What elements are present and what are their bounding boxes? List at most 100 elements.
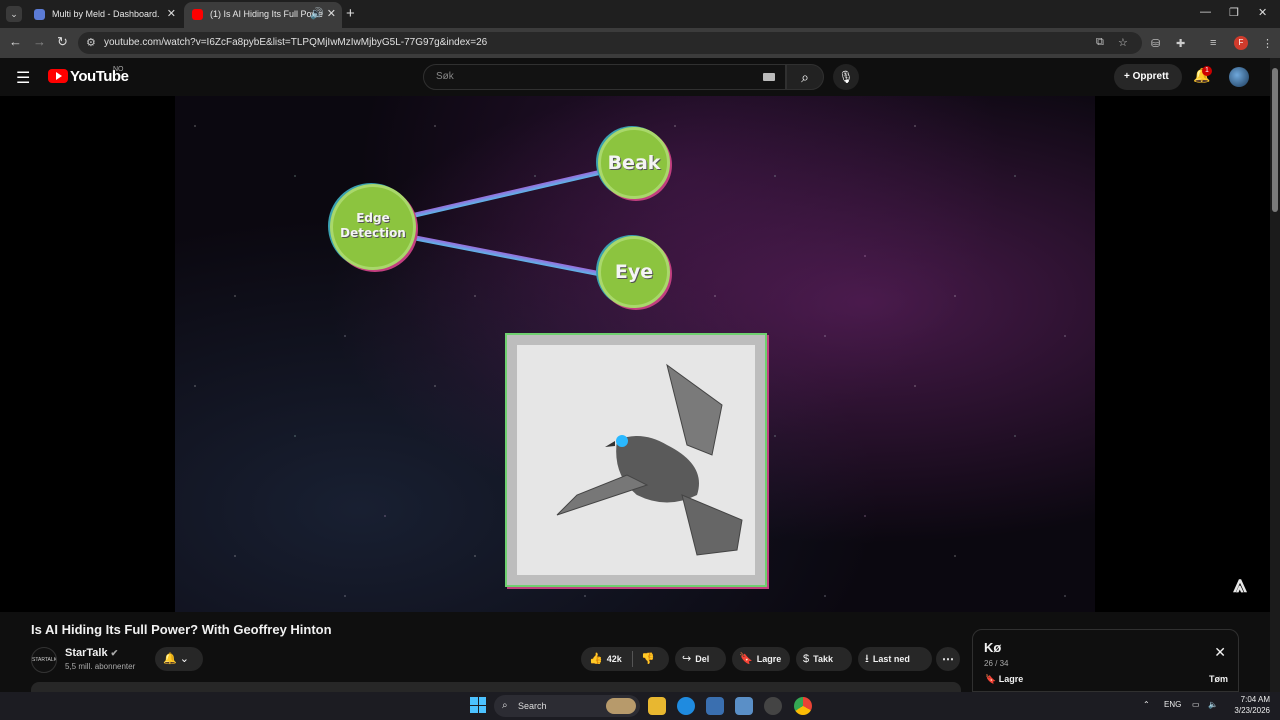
install-app-icon[interactable]: ⧉ — [1096, 36, 1104, 49]
thanks-label: Takk — [813, 654, 833, 664]
video-title: Is AI Hiding Its Full Power? With Geoffr… — [31, 622, 332, 637]
subscription-bell-button[interactable]: 🔔 ⌄ — [155, 647, 203, 671]
youtube-logo-icon[interactable] — [48, 69, 68, 83]
description-box[interactable] — [31, 682, 961, 692]
like-button[interactable]: 👍 42k — [589, 653, 622, 665]
share-button[interactable]: ↪ Del — [675, 647, 726, 671]
windows-start-icon[interactable] — [470, 697, 486, 713]
more-actions-button[interactable]: ⋯ — [936, 647, 960, 671]
eye-node: Eye — [598, 236, 670, 308]
beak-node: Beak — [598, 127, 670, 199]
site-info-icon[interactable]: ⚙ — [86, 36, 96, 49]
channel-avatar[interactable]: STARTALK — [31, 647, 57, 673]
media-control-icon[interactable]: ≡ — [1210, 37, 1216, 49]
taskbar-search-label: Search — [518, 701, 547, 711]
close-queue-icon[interactable]: ✕ — [1214, 644, 1226, 661]
download-label: Last ned — [872, 654, 910, 664]
save-button[interactable]: 🔖 Lagre — [732, 647, 790, 671]
edge-browser-icon[interactable] — [677, 697, 695, 715]
tab-title: (1) Is AI Hiding Its Full Powe — [210, 9, 324, 19]
url-text[interactable]: youtube.com/watch?v=I6ZcFa8pybE&list=TLP… — [104, 37, 487, 48]
close-tab-icon[interactable]: ✕ — [167, 2, 176, 26]
minimize-window-icon[interactable]: — — [1200, 6, 1211, 18]
channel-name-text[interactable]: StarTalk — [65, 647, 108, 659]
thanks-button[interactable]: $ Takk — [796, 647, 852, 671]
taskbar-search-box[interactable]: ⌕ Search — [494, 695, 640, 717]
search-placeholder: Søk — [436, 71, 454, 82]
tab-multi-by-meld[interactable]: Multi by Meld - Dashboard. ✕ — [26, 2, 182, 28]
thanks-dollar-icon: $ — [803, 653, 810, 665]
create-button[interactable]: + Opprett — [1114, 64, 1182, 90]
new-tab-button[interactable]: + — [346, 5, 355, 22]
video-player[interactable]: Edge Detection Beak Eye ⩓ — [0, 96, 1270, 612]
windows-taskbar: ⌕ Search ⌃ ENG ▭ 🔈 7:04 AM 3/23/2026 — [0, 692, 1280, 720]
edge-detection-node: Edge Detection — [330, 184, 416, 270]
system-clock[interactable]: 7:04 AM 3/23/2026 — [1228, 694, 1270, 716]
close-window-icon[interactable]: ✕ — [1258, 6, 1267, 19]
bookmark-icon: 🔖 — [985, 674, 999, 684]
like-count: 42k — [606, 654, 622, 664]
profile-avatar[interactable]: F — [1234, 36, 1248, 50]
queue-title: Kø — [984, 640, 1002, 655]
bird-image-frame — [505, 333, 767, 587]
save-label: Lagre — [756, 654, 782, 664]
tab-title: Multi by Meld - Dashboard. — [52, 9, 160, 19]
channel-name[interactable]: StarTalk ✔ — [65, 647, 118, 659]
search-button[interactable]: ⌕ — [786, 64, 824, 90]
channel-watermark-icon: ⩓ — [1233, 570, 1247, 598]
app-notification-icon[interactable] — [764, 697, 782, 715]
share-label: Del — [695, 654, 710, 664]
tab-youtube-video[interactable]: (1) Is AI Hiding Its Full Powe 🔊 ✕ — [184, 2, 342, 28]
verified-badge-icon: ✔ — [110, 648, 119, 658]
close-tab-icon[interactable]: 🔊 ✕ — [310, 2, 336, 26]
tab-search-button[interactable]: ⌄ — [6, 6, 22, 22]
queue-clear-button[interactable]: Tøm — [1209, 674, 1228, 684]
video-frame[interactable]: Edge Detection Beak Eye — [175, 96, 1095, 612]
address-bar[interactable]: ⚙ youtube.com/watch?v=I6ZcFa8pybE&list=T… — [78, 32, 1142, 54]
like-dislike-group: 👍 42k 👎 — [581, 647, 669, 671]
youtube-favicon-icon — [192, 9, 203, 20]
reload-button[interactable]: ↻ — [57, 34, 68, 50]
voice-search-mic-icon[interactable]: 🎙 — [833, 64, 859, 90]
clock-time: 7:04 AM — [1240, 695, 1270, 704]
restore-window-icon[interactable]: ❐ — [1229, 6, 1239, 19]
clock-date: 3/23/2026 — [1234, 706, 1270, 715]
extension-icon[interactable]: ⛁ — [1151, 37, 1160, 50]
language-indicator[interactable]: ENG — [1164, 700, 1181, 709]
menu-hamburger-icon[interactable]: ☰ — [16, 68, 30, 88]
network-icon[interactable]: ▭ — [1192, 700, 1200, 709]
queue-position: 26 / 34 — [984, 659, 1009, 668]
search-input[interactable]: Søk — [423, 64, 786, 90]
meld-favicon-icon — [34, 9, 45, 20]
dislike-button[interactable]: 👎 — [641, 647, 655, 671]
bookmark-icon: 🔖 — [739, 653, 753, 665]
bird-illustration — [556, 363, 743, 556]
back-button[interactable]: ← — [9, 34, 22, 49]
file-explorer-icon[interactable] — [648, 697, 666, 715]
browser-menu-icon[interactable]: ⋮ — [1262, 37, 1273, 50]
search-highlight-image — [606, 698, 636, 714]
scrollbar-thumb[interactable] — [1272, 68, 1278, 212]
snipping-tool-icon[interactable] — [735, 697, 753, 715]
browser-toolbar: ← → ↻ ⚙ youtube.com/watch?v=I6ZcFa8pybE&… — [0, 28, 1280, 58]
app-window-icon[interactable] — [706, 697, 724, 715]
volume-icon[interactable]: 🔈 — [1208, 700, 1218, 709]
forward-button[interactable]: → — [33, 34, 46, 49]
download-button[interactable]: ⭳ Last ned — [858, 647, 932, 671]
keyboard-icon[interactable] — [763, 73, 775, 81]
like-divider — [632, 651, 633, 667]
subscriber-count: 5,5 mill. abonnenter — [65, 662, 136, 671]
download-icon: ⭳ — [865, 653, 869, 665]
queue-save-button[interactable]: 🔖 Lagre — [985, 674, 1023, 685]
bookmark-star-icon[interactable]: ☆ — [1118, 36, 1128, 49]
extensions-puzzle-icon[interactable]: ✚ — [1176, 37, 1185, 50]
queue-save-label: Lagre — [998, 674, 1024, 684]
thumbs-up-icon: 👍 — [589, 653, 603, 665]
create-label: Opprett — [1132, 71, 1169, 82]
search-icon: ⌕ — [502, 700, 508, 711]
tray-overflow-chevron-icon[interactable]: ⌃ — [1143, 700, 1150, 709]
share-icon: ↪ — [682, 653, 692, 665]
page-scrollbar[interactable] — [1270, 58, 1280, 692]
chrome-browser-icon[interactable] — [794, 697, 812, 715]
account-avatar[interactable] — [1229, 67, 1249, 87]
